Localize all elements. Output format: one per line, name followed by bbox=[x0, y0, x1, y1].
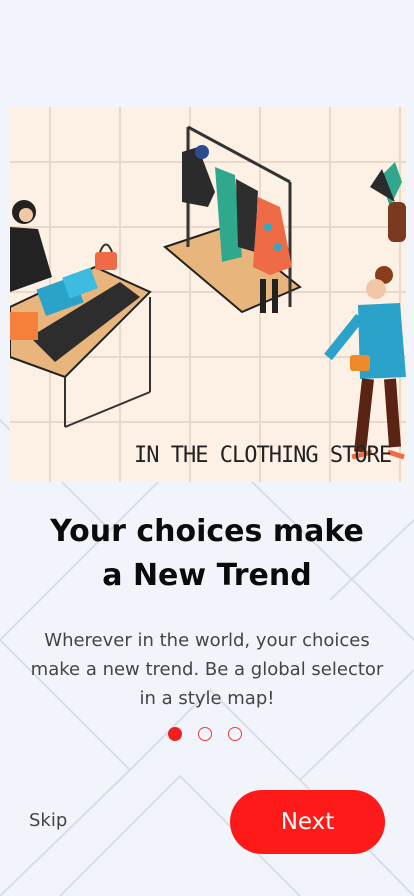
illustration-caption: IN THE CLOTHING STORE bbox=[134, 443, 391, 468]
onboarding-title: Your choices make a New Trend bbox=[50, 514, 364, 593]
customer-figure bbox=[324, 266, 406, 460]
page-dot-3[interactable] bbox=[228, 727, 242, 741]
page-indicator bbox=[168, 727, 242, 741]
onboarding-description: Wherever in the world, your choices make… bbox=[30, 630, 384, 709]
seller-figure bbox=[10, 200, 52, 292]
page-dot-2[interactable] bbox=[198, 727, 212, 741]
onboarding-illustration: IN THE CLOTHING STORE bbox=[10, 107, 406, 482]
next-button[interactable]: Next bbox=[230, 790, 385, 854]
clothing-rack bbox=[162, 125, 302, 314]
page-dot-1[interactable] bbox=[168, 727, 182, 741]
skip-button[interactable]: Skip bbox=[29, 810, 67, 831]
